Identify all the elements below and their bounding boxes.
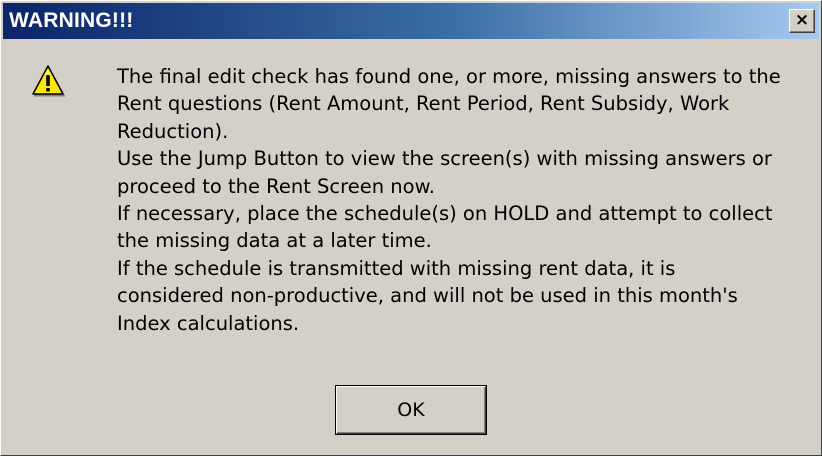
title-bar[interactable]: WARNING!!! × <box>3 3 819 39</box>
ok-button[interactable]: OK <box>335 385 487 435</box>
dialog-title: WARNING!!! <box>9 9 134 32</box>
message-line: Index calculations. <box>117 311 300 335</box>
close-icon: × <box>794 10 810 30</box>
warning-message: The final edit check has found one, or m… <box>117 63 807 337</box>
message-line: If necessary, place the schedule(s) on H… <box>117 202 773 226</box>
message-line: considered non-productive, and will not … <box>117 284 738 308</box>
message-line: Reduction). <box>117 119 229 143</box>
message-line: Rent questions (Rent Amount, Rent Period… <box>117 92 730 116</box>
warning-dialog: WARNING!!! × The final edit check has fo… <box>0 0 822 456</box>
message-line: Use the Jump Button to view the screen(s… <box>117 147 772 171</box>
warning-icon <box>31 64 66 98</box>
message-line: The final edit check has found one, or m… <box>117 65 781 88</box>
message-line: If the schedule is transmitted with miss… <box>117 256 676 280</box>
ok-button-label: OK <box>397 399 425 421</box>
message-line: the missing data at a later time. <box>117 229 432 253</box>
message-line: proceed to the Rent Screen now. <box>117 174 435 198</box>
close-button[interactable]: × <box>789 9 815 33</box>
